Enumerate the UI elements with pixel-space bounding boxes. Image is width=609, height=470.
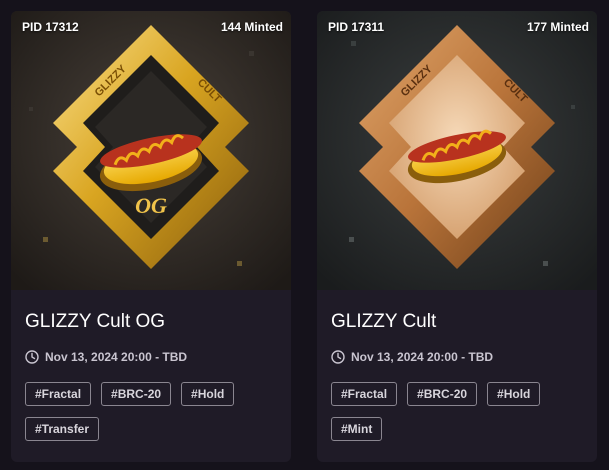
tag-brc-20[interactable]: #BRC-20: [101, 382, 172, 406]
tag-brc-20[interactable]: #BRC-20: [407, 382, 478, 406]
glizzy-artwork: GLIZZY CULT: [317, 11, 597, 290]
tag-list: #Fractal #BRC-20 #Hold #Mint: [331, 382, 583, 452]
nft-artwork: GLIZZY CULT PID 17311 177 Minted: [317, 11, 597, 290]
clock-icon: [25, 350, 39, 364]
date-text: Nov 13, 2024 20:00 - TBD: [351, 350, 494, 364]
date-row: Nov 13, 2024 20:00 - TBD: [331, 350, 493, 364]
card-title[interactable]: GLIZZY Cult OG: [25, 311, 165, 333]
pid-label: PID 17311: [328, 20, 385, 34]
tag-fractal[interactable]: #Fractal: [25, 382, 92, 406]
minted-count: 144 Minted: [220, 20, 283, 34]
date-row: Nov 13, 2024 20:00 - TBD: [25, 350, 187, 364]
minted-count: 177 Minted: [526, 20, 589, 34]
tag-transfer[interactable]: #Transfer: [25, 417, 100, 441]
tag-hold[interactable]: #Hold: [487, 382, 541, 406]
tag-hold[interactable]: #Hold: [181, 382, 235, 406]
nft-artwork: GLIZZY CULT OG PID 17312 144 Minted: [11, 11, 291, 290]
tag-fractal[interactable]: #Fractal: [331, 382, 398, 406]
nft-card[interactable]: GLIZZY CULT PID 17311 177 Minted GLIZZY …: [317, 11, 597, 462]
glizzy-og-artwork: GLIZZY CULT OG: [11, 11, 291, 290]
og-badge: OG: [135, 193, 167, 218]
nft-card[interactable]: GLIZZY CULT OG PID 17312 144 Minted GLIZ…: [11, 11, 291, 462]
card-title[interactable]: GLIZZY Cult: [331, 311, 436, 333]
tag-mint[interactable]: #Mint: [331, 417, 383, 441]
date-text: Nov 13, 2024 20:00 - TBD: [45, 350, 188, 364]
clock-icon: [331, 350, 345, 364]
tag-list: #Fractal #BRC-20 #Hold #Transfer: [25, 382, 277, 452]
pid-label: PID 17312: [22, 20, 79, 34]
